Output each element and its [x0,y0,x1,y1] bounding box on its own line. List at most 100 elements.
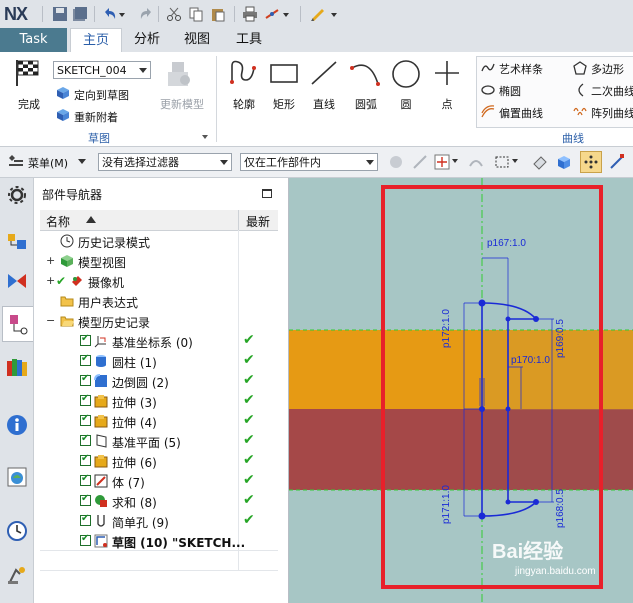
snap-icon[interactable] [412,154,428,170]
reattach-button[interactable]: 重新附着 [74,109,118,125]
nav-row-history-mode[interactable]: 历史记录模式 [40,231,278,251]
chevron-down-icon[interactable] [452,159,458,165]
rectangle-select-icon[interactable] [494,154,510,170]
rectangle-icon[interactable] [268,60,300,88]
nav-row-model-history[interactable]: − 模型历史记录 [40,311,278,331]
intent-icon[interactable] [468,154,484,170]
point-button[interactable]: 点 [429,96,465,112]
nav-row-model-views[interactable]: + 模型视图 [40,251,278,271]
type-filter-select[interactable]: 没有选择过滤器 [98,153,232,171]
redo-icon[interactable] [138,6,154,22]
visibility-checkbox[interactable] [80,413,91,426]
cube-view-icon[interactable] [556,154,572,170]
web-browser-icon[interactable] [6,466,28,488]
nav-row-unite[interactable]: 求和 (8) ✔ [40,491,278,511]
customize-dropdown-icon[interactable] [330,6,338,22]
touch-mode-icon[interactable] [310,6,326,22]
circle-button[interactable]: 圆 [388,96,424,112]
gear-icon[interactable] [6,184,28,206]
profile-button[interactable]: 轮廓 [226,96,262,112]
copy-icon[interactable] [188,6,204,22]
tab-task[interactable]: Task [0,28,67,52]
tab-view[interactable]: 视图 [174,28,220,52]
save-all-icon[interactable] [72,6,88,22]
collapse-icon[interactable]: − [46,314,55,327]
history-clock-icon[interactable] [6,520,28,542]
finish-flag-icon[interactable] [12,58,42,88]
select-point-icon[interactable] [434,154,450,170]
sketch-name-select[interactable]: SKETCH_004 [53,61,151,79]
point-icon[interactable] [432,58,462,88]
maximize-icon[interactable] [262,189,272,198]
visibility-checkbox[interactable] [80,533,91,546]
offset-curve-button[interactable]: 偏置曲线 [499,105,543,121]
visibility-checkbox[interactable] [80,453,91,466]
graphics-window[interactable]: p167:1.0 p172:1.0 p169:0.5 p170:1.0 p171… [289,178,633,603]
line-button[interactable]: 直线 [306,96,342,112]
expand-icon[interactable]: + [46,254,55,267]
save-icon[interactable] [52,6,68,22]
eraser-icon[interactable] [532,154,548,170]
profile-icon[interactable] [228,58,260,88]
reuse-library-icon[interactable] [6,356,28,378]
visibility-checkbox[interactable] [80,373,91,386]
sort-ascending-icon[interactable] [86,216,96,224]
group-more-icon[interactable] [202,134,208,140]
menu-chevron-icon[interactable] [78,159,86,165]
nav-row-sketch[interactable]: 草图 (10) "SKETCH... [40,531,278,551]
arc-button[interactable]: 圆弧 [348,96,384,112]
nav-row-extrude-4[interactable]: 拉伸 (4) ✔ [40,411,278,431]
expand-icon[interactable]: + [46,274,55,287]
constraint-navigator-icon[interactable] [6,270,28,292]
finish-button-label[interactable]: 完成 [10,96,48,112]
conic-button[interactable]: 二次曲线 [591,83,633,99]
update-model-button[interactable]: 更新模型 [157,96,207,112]
nav-row-simple-hole[interactable]: 简单孔 (9) ✔ [40,511,278,531]
cut-icon[interactable] [166,6,182,22]
part-navigator-tab[interactable] [2,306,33,342]
tab-tools[interactable]: 工具 [226,28,272,52]
nav-row-cylinder[interactable]: 圆柱 (1) ✔ [40,351,278,371]
circle-icon[interactable] [390,58,422,90]
nav-row-extrude-3[interactable]: 拉伸 (3) ✔ [40,391,278,411]
nav-row-datum-plane[interactable]: 基准平面 (5) ✔ [40,431,278,451]
nav-row-edge-blend[interactable]: 边倒圆 (2) ✔ [40,371,278,391]
studio-spline-button[interactable]: 艺术样条 [499,61,543,77]
undo-icon[interactable] [102,6,118,22]
arc-icon[interactable] [348,58,382,88]
visibility-checkbox[interactable] [80,473,91,486]
undo-dropdown-icon[interactable] [118,6,126,22]
selection-scope-select[interactable]: 仅在工作部件内 [240,153,378,171]
info-icon[interactable] [6,414,28,436]
rectangle-button[interactable]: 矩形 [266,96,302,112]
process-studio-icon[interactable] [6,564,28,586]
visibility-checkbox[interactable] [80,513,91,526]
tab-home[interactable]: 主页 [70,28,122,54]
ellipse-button[interactable]: 椭圆 [499,83,521,99]
column-latest[interactable]: 最新 [246,213,270,230]
nav-row-datum-csys[interactable]: 基准坐标系 (0) ✔ [40,331,278,351]
column-name[interactable]: 名称 [46,213,70,230]
nav-row-user-expressions[interactable]: 用户表达式 [40,291,278,311]
pattern-curve-button[interactable]: 阵列曲线 [591,105,633,121]
visibility-checkbox[interactable] [80,393,91,406]
nav-row-body[interactable]: 体 (7) ✔ [40,471,278,491]
snap-points-toggle[interactable] [580,151,602,173]
visibility-checkbox[interactable] [80,353,91,366]
visibility-checkbox[interactable] [80,333,91,346]
print-icon[interactable] [242,6,258,22]
nav-row-cameras[interactable]: + ✔ 摄像机 [40,271,278,291]
orient-to-sketch-button[interactable]: 定向到草图 [74,87,129,103]
feature-filter-icon[interactable] [388,154,404,170]
visibility-checkbox[interactable] [80,433,91,446]
tab-analysis[interactable]: 分析 [124,28,170,52]
nav-row-extrude-6[interactable]: 拉伸 (6) ✔ [40,451,278,471]
end-point-icon[interactable] [608,153,626,171]
polygon-button[interactable]: 多边形 [591,61,624,77]
paste-icon[interactable] [210,6,226,22]
assembly-navigator-icon[interactable] [6,230,28,252]
repeat-dropdown-icon[interactable] [282,6,290,22]
chevron-down-icon[interactable] [512,159,518,165]
line-icon[interactable] [308,58,340,88]
repeat-command-icon[interactable] [264,6,280,22]
